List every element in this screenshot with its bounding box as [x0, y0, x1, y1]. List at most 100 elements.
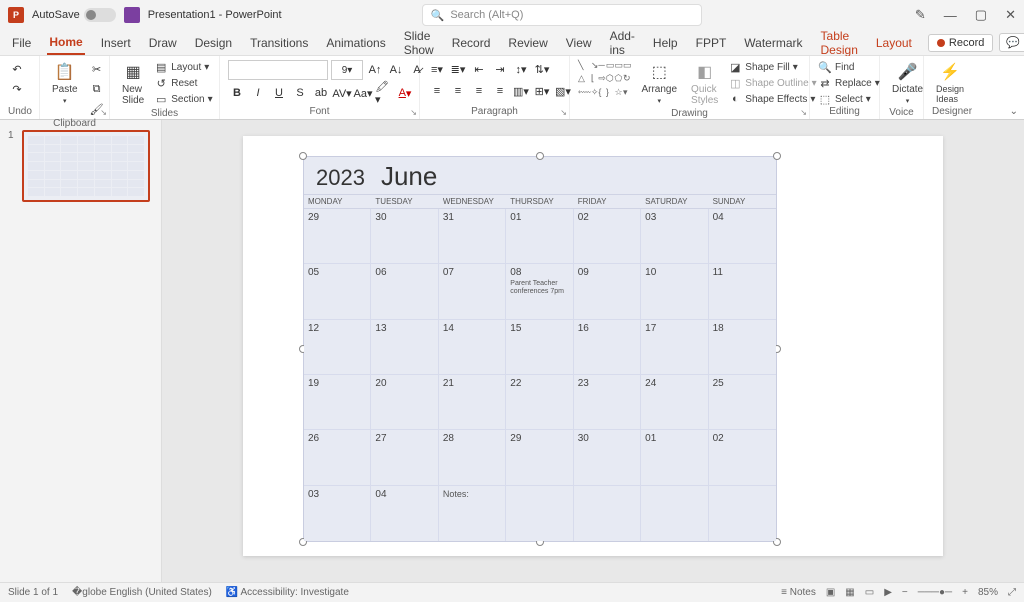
align-text-button[interactable]: ⊞▾	[533, 82, 551, 100]
tab-layout[interactable]: Layout	[874, 32, 914, 54]
save-icon[interactable]	[124, 7, 140, 23]
calendar-cell[interactable]: 23	[574, 375, 641, 430]
calendar-cell[interactable]	[574, 486, 641, 541]
outdent-button[interactable]: ⇤	[470, 60, 488, 78]
drawing-dialog-launcher[interactable]: ↘	[800, 108, 807, 117]
tab-design[interactable]: Design	[193, 32, 234, 54]
zoom-value[interactable]: 85%	[978, 587, 998, 598]
replace-button[interactable]: ⇄Replace ▾	[818, 76, 880, 90]
design-ideas-button[interactable]: ⚡Design Ideas	[932, 60, 968, 106]
dow-cell[interactable]: WEDNESDAY	[439, 195, 506, 208]
calendar-cell[interactable]: 03	[641, 209, 708, 264]
strike-button[interactable]: S	[291, 84, 309, 102]
highlight-button[interactable]: 🖍▾	[375, 84, 393, 102]
cut-button[interactable]: ✂	[88, 60, 106, 78]
tab-review[interactable]: Review	[506, 32, 549, 54]
calendar-cell[interactable]: 14	[439, 320, 506, 375]
grow-font-button[interactable]: A↑	[366, 61, 384, 79]
redo-button[interactable]: ↷	[8, 80, 26, 98]
bullets-button[interactable]: ≡▾	[428, 60, 446, 78]
slide[interactable]: 2023 June MONDAY TUESDAY WEDNESDAY THURS…	[243, 136, 943, 556]
calendar-cell[interactable]: 19	[304, 375, 371, 430]
tab-fppt[interactable]: FPPT	[694, 32, 729, 54]
calendar-grid[interactable]: 2930310102030405060708Parent Teacher con…	[304, 209, 776, 541]
shadow-button[interactable]: ab	[312, 84, 330, 102]
calendar-cell[interactable]: 04	[709, 209, 776, 264]
calendar-cell[interactable]: 01	[506, 209, 573, 264]
zoom-slider[interactable]: ───●─	[918, 587, 952, 598]
indent-button[interactable]: ⇥	[491, 60, 509, 78]
font-dialog-launcher[interactable]: ↘	[410, 108, 417, 117]
reset-button[interactable]: ↺Reset	[154, 76, 212, 90]
shape-fill-button[interactable]: ◪Shape Fill ▾	[728, 60, 816, 74]
language-status[interactable]: �globe English (United States)	[72, 587, 212, 598]
clipboard-dialog-launcher[interactable]: ↘	[100, 108, 107, 117]
dow-cell[interactable]: THURSDAY	[506, 195, 573, 208]
calendar-cell[interactable]	[506, 486, 573, 541]
calendar-cell[interactable]: 10	[641, 264, 708, 319]
calendar-cell[interactable]	[709, 486, 776, 541]
zoom-in-button[interactable]: +	[962, 587, 968, 598]
calendar-cell[interactable]: 15	[506, 320, 573, 375]
section-button[interactable]: ▭Section ▾	[154, 92, 212, 106]
calendar-cell[interactable]: 04	[371, 486, 438, 541]
comments-button[interactable]: 💬	[999, 33, 1024, 52]
justify-button[interactable]: ≡	[491, 82, 509, 100]
selection-handle[interactable]	[299, 152, 307, 160]
dow-cell[interactable]: TUESDAY	[371, 195, 438, 208]
numbering-button[interactable]: ≣▾	[449, 60, 467, 78]
arrange-button[interactable]: ⬚Arrange▾	[637, 60, 681, 107]
slide-thumbnail-1[interactable]	[22, 130, 150, 202]
line-spacing-button[interactable]: ↕▾	[512, 60, 530, 78]
paragraph-dialog-launcher[interactable]: ↘	[560, 108, 567, 117]
copy-button[interactable]: ⧉	[88, 80, 106, 98]
dow-cell[interactable]: SATURDAY	[641, 195, 708, 208]
notes-label[interactable]: Notes:	[443, 489, 501, 499]
calendar-cell[interactable]: 02	[574, 209, 641, 264]
columns-button[interactable]: ▥▾	[512, 82, 530, 100]
zoom-out-button[interactable]: −	[902, 587, 908, 598]
align-right-button[interactable]: ≡	[470, 82, 488, 100]
notes-button[interactable]: ≡ Notes	[781, 587, 816, 598]
quick-styles-button[interactable]: ◧Quick Styles	[687, 60, 722, 108]
calendar-cell[interactable]: 18	[709, 320, 776, 375]
undo-button[interactable]: ↶	[8, 60, 26, 78]
close-button[interactable]: ✕	[1005, 7, 1016, 23]
calendar-year[interactable]: 2023	[310, 165, 365, 191]
new-slide-button[interactable]: ▦New Slide	[118, 60, 148, 108]
calendar-cell[interactable]: 06	[371, 264, 438, 319]
calendar-cell[interactable]: 05	[304, 264, 371, 319]
tab-animations[interactable]: Animations	[324, 32, 387, 54]
calendar-cell[interactable]: 07	[439, 264, 506, 319]
dictate-button[interactable]: 🎤Dictate▾	[888, 60, 927, 107]
slide-canvas-area[interactable]: 2023 June MONDAY TUESDAY WEDNESDAY THURS…	[162, 120, 1024, 582]
font-color-button[interactable]: A▾	[396, 84, 414, 102]
pen-icon[interactable]: ✎	[915, 7, 926, 23]
calendar-cell[interactable]: 30	[574, 430, 641, 485]
calendar-cell[interactable]: 26	[304, 430, 371, 485]
font-family-combo[interactable]	[228, 60, 328, 80]
view-slideshow-button[interactable]: ▶	[884, 587, 892, 598]
tab-draw[interactable]: Draw	[147, 32, 179, 54]
shape-effects-button[interactable]: ◐Shape Effects ▾	[728, 92, 816, 106]
tab-record[interactable]: Record	[450, 32, 493, 54]
underline-button[interactable]: U	[270, 84, 288, 102]
find-button[interactable]: 🔍Find	[818, 60, 880, 74]
calendar-event[interactable]: Parent Teacher conferences 7pm	[510, 280, 568, 295]
calendar-cell[interactable]: 31	[439, 209, 506, 264]
tab-file[interactable]: File	[10, 32, 33, 54]
calendar-cell[interactable]: 28	[439, 430, 506, 485]
bold-button[interactable]: B	[228, 84, 246, 102]
dow-cell[interactable]: FRIDAY	[574, 195, 641, 208]
calendar-cell[interactable]: 24	[641, 375, 708, 430]
tab-insert[interactable]: Insert	[99, 32, 133, 54]
case-button[interactable]: Aa▾	[354, 84, 372, 102]
calendar-cell[interactable]	[641, 486, 708, 541]
calendar-cell[interactable]: 02	[709, 430, 776, 485]
view-sorter-button[interactable]: ▦	[845, 587, 854, 598]
accessibility-status[interactable]: ♿ Accessibility: Investigate	[226, 587, 349, 598]
view-normal-button[interactable]: ▣	[826, 587, 835, 598]
font-size-combo[interactable]: 9 ▾	[331, 60, 363, 80]
tab-home[interactable]: Home	[47, 31, 84, 55]
spacing-button[interactable]: AV▾	[333, 84, 351, 102]
